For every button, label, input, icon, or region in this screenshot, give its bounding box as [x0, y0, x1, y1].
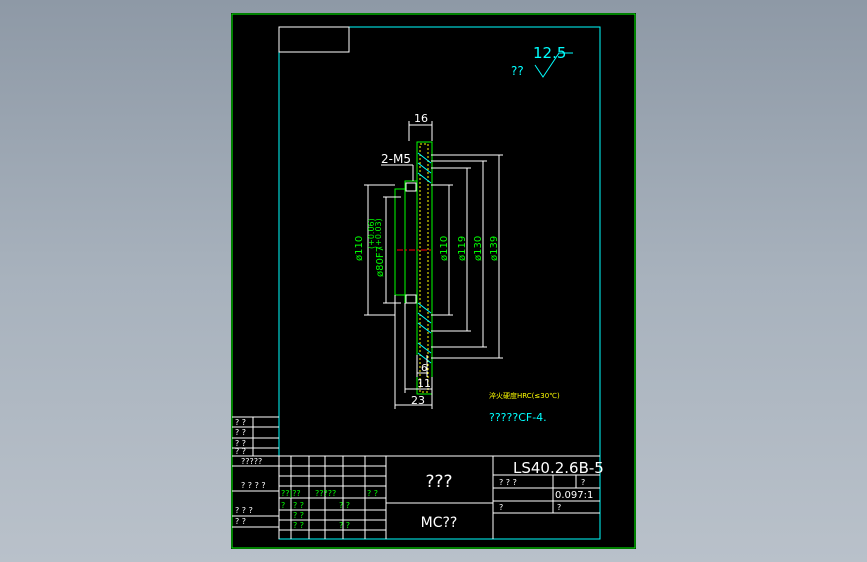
right-cell-1: ? ? ? [499, 478, 517, 487]
grid-cell-4: ? [281, 501, 285, 510]
left-cell-5: ????? [241, 457, 262, 466]
corner-box [278, 26, 350, 53]
top-dimensions [381, 121, 433, 181]
left-cell-6: ? ? ? ? [241, 481, 266, 490]
dim-23: 23 [411, 394, 425, 407]
grid-cell-8: ? ? [293, 521, 304, 530]
note-line-1: 淬火硬度HRC(≤30℃) [489, 391, 560, 400]
grid-cell-9: ? ? [339, 521, 350, 530]
left-cell-2: ? ? [235, 428, 246, 437]
left-cell-8: ? ? [235, 517, 246, 526]
dim-2-m5: 2-M5 [381, 152, 411, 166]
grid-cell-7: ? ? [293, 511, 304, 520]
title-block [232, 416, 600, 539]
dim-6: 6 [421, 363, 427, 374]
dim-d130: ø130 [473, 236, 484, 261]
dim-d110-left: ø110 [354, 236, 365, 261]
left-cell-7: ? ? ? [235, 506, 253, 515]
right-cell-2: ? [581, 478, 585, 487]
drawing-number: LS40.2.6B-5 [513, 459, 604, 477]
note-line-2: ?????CF-4. [489, 411, 547, 424]
grid-cell-5: ? ? [293, 501, 304, 510]
right-cell-4: ? [557, 503, 561, 512]
grid-cell-2: ????? [315, 489, 336, 498]
dim-d119: ø119 [457, 236, 468, 261]
dim-d139: ø139 [489, 236, 500, 261]
dim-16: 16 [414, 112, 428, 125]
dim-tol-lower: (+0.03) [374, 218, 383, 249]
grid-cell-6: ? ? [339, 501, 350, 510]
left-cell-4: ? ? [235, 447, 246, 456]
scale: 0.097:1 [555, 490, 593, 501]
roughness-prefix: ?? [511, 64, 524, 78]
part-name: ??? [425, 472, 452, 492]
dim-11: 11 [417, 377, 431, 390]
cad-viewport[interactable]: 12.5 ?? ø110 ø80F7 (+0.06) (+0.03) ø110 … [231, 13, 636, 549]
drawing-canvas: 12.5 ?? ø110 ø80F7 (+0.06) (+0.03) ø110 … [231, 13, 636, 549]
grid-cell-1: ??|?? [281, 489, 301, 498]
dim-d110: ø110 [439, 236, 450, 261]
right-cell-3: ? [499, 503, 503, 512]
dim-d80f7: ø80F7 [375, 246, 386, 277]
left-cell-1: ? ? [235, 418, 246, 427]
grid-cell-3: ? ? [367, 489, 378, 498]
material: MC?? [421, 515, 458, 531]
